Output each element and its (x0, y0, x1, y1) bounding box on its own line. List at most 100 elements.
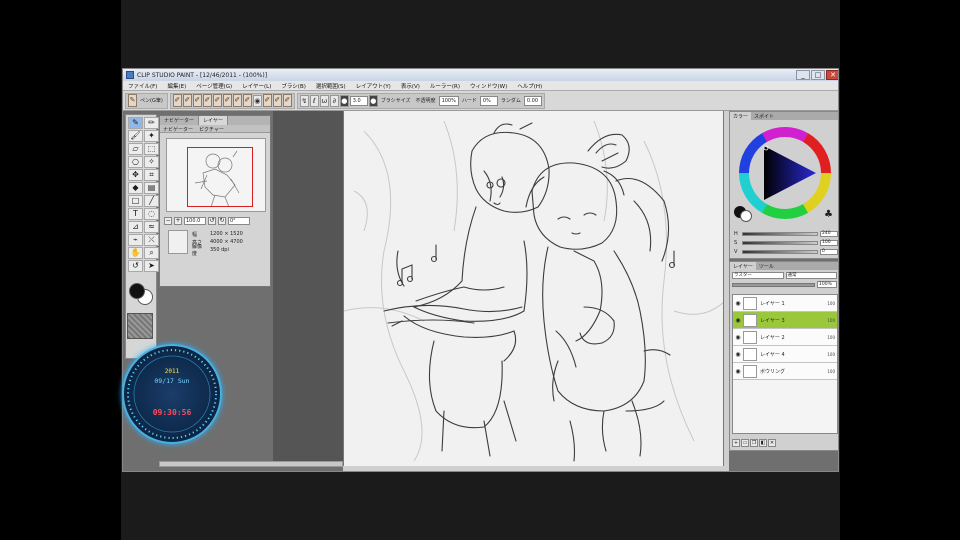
brush-dot-icon[interactable]: ● (368, 94, 378, 107)
menu-file[interactable]: ファイル(F) (123, 82, 162, 90)
rotate-left-icon[interactable]: ↺ (208, 217, 216, 225)
visibility-eye-icon[interactable]: ◉ (733, 317, 743, 324)
tab-eyedropper[interactable]: スポイト (751, 112, 777, 120)
blend-icon[interactable]: ≈ (144, 221, 159, 233)
layer-row-selected[interactable]: ◉ レイヤー 3 100 (733, 312, 837, 329)
brush-preset-3-icon[interactable]: ✐ (192, 94, 202, 107)
tab-color-wheel[interactable]: カラー (730, 112, 752, 120)
brush-preset-2-icon[interactable]: ✐ (182, 94, 192, 107)
fill-icon[interactable]: ◆ (128, 182, 143, 194)
brush-preset-9-icon[interactable]: ✐ (262, 94, 272, 107)
tab-layers[interactable]: レイヤー (730, 262, 756, 270)
menu-layout[interactable]: レイアウト(Y) (351, 82, 396, 90)
menu-view[interactable]: 表示(V) (396, 82, 425, 90)
hand-icon[interactable]: ✋ (128, 247, 143, 259)
brush-preset-5-icon[interactable]: ✐ (212, 94, 222, 107)
opacity-field[interactable]: 100% (438, 95, 459, 106)
brush-size-field[interactable]: 3.0 (349, 95, 368, 106)
tab-navigator[interactable]: ナビゲーター (160, 116, 200, 125)
tab-sub-tool[interactable]: レイヤー (199, 116, 228, 125)
magic-wand-icon[interactable]: ✧ (144, 156, 159, 168)
angle-field[interactable]: 0° (228, 217, 250, 225)
delete-layer-icon[interactable]: ✕ (768, 439, 776, 447)
subtab-picture[interactable]: ピクチャー (196, 125, 227, 133)
zoom-icon[interactable]: ⌕ (144, 247, 159, 259)
brush-preset-6-icon[interactable]: ✐ (222, 94, 232, 107)
mask-icon[interactable]: ◧ (759, 439, 767, 447)
brush-preset-4-icon[interactable]: ✐ (202, 94, 212, 107)
saturation-triangle[interactable] (764, 146, 816, 200)
brush-preset-8-icon[interactable]: ✐ (242, 94, 252, 107)
value-value[interactable]: 0 (820, 248, 838, 255)
figure-icon[interactable]: □ (128, 195, 143, 207)
maximize-button[interactable]: □ (811, 70, 825, 80)
horizontal-scrollbar[interactable] (159, 461, 343, 467)
operation-icon[interactable]: ➤ (144, 260, 159, 272)
marquee-icon[interactable]: ⬚ (144, 143, 159, 155)
minimize-button[interactable]: _ (796, 70, 810, 80)
menu-layer[interactable]: レイヤー(L) (237, 82, 276, 90)
zoom-out-icon[interactable]: − (164, 217, 172, 225)
gradient-icon[interactable]: ▤ (144, 182, 159, 194)
layer-opacity-slider[interactable] (732, 282, 815, 287)
subtab-navigator[interactable]: ナビゲーター (160, 125, 196, 133)
brush-tip-icon[interactable]: ● (339, 94, 349, 107)
brush-preset-1-icon[interactable]: ✐ (172, 94, 182, 107)
brush-preset-11-icon[interactable]: ✐ (282, 94, 292, 107)
canvas-horizontal-scrollbar[interactable] (343, 466, 729, 471)
brush-preset-7-icon[interactable]: ✐ (232, 94, 242, 107)
visibility-eye-icon[interactable]: ◉ (733, 334, 743, 341)
eraser-icon[interactable]: ▱ (128, 143, 143, 155)
main-color-swatch[interactable] (127, 281, 155, 305)
pencil-icon[interactable]: ✏ (144, 117, 159, 129)
view-rectangle[interactable] (187, 147, 253, 207)
copy-layer-icon[interactable]: ❐ (750, 439, 758, 447)
stroke-mode-2-icon[interactable]: ℓ (309, 94, 319, 107)
close-button[interactable]: ✕ (826, 70, 838, 80)
layer-type-select[interactable]: ラスター (732, 271, 784, 279)
pen-icon[interactable]: ✎ (128, 117, 143, 129)
density-field[interactable]: 0.00 (523, 95, 542, 106)
hardness-field[interactable]: 0% (479, 95, 498, 106)
menu-window[interactable]: ウィンドウ(W) (465, 82, 512, 90)
lasso-icon[interactable]: ○ (128, 156, 143, 168)
transparent-color-icon[interactable]: ♣ (824, 210, 834, 220)
blend-mode-select[interactable]: 通常 (785, 271, 837, 279)
saturation-slider[interactable] (742, 240, 818, 245)
stroke-mode-3-icon[interactable]: ω (319, 94, 329, 107)
rotate-icon[interactable]: ↺ (128, 260, 143, 272)
new-layer-icon[interactable]: + (732, 439, 740, 447)
menu-page[interactable]: ページ管理(G) (191, 82, 237, 90)
pen-tool-icon[interactable]: ✎ (128, 94, 137, 107)
hue-slider[interactable] (742, 231, 818, 236)
globe-icon[interactable]: ◉ (252, 94, 262, 107)
panel-background-chip[interactable] (740, 210, 752, 222)
hue-value[interactable]: 240 (820, 230, 838, 237)
pattern-swatch[interactable] (127, 313, 153, 339)
text-icon[interactable]: T (128, 208, 143, 220)
menu-brush[interactable]: ブラシ(B) (276, 82, 310, 90)
layer-row[interactable]: ◉ レイヤー 4 100 (733, 346, 837, 363)
drawing-canvas[interactable] (343, 111, 724, 466)
stroke-mode-1-icon[interactable]: ↯ (299, 94, 309, 107)
line-icon[interactable]: ╱ (144, 195, 159, 207)
move-icon[interactable]: ✥ (128, 169, 143, 181)
brush-preset-10-icon[interactable]: ✐ (272, 94, 282, 107)
correction-icon[interactable]: ⌁ (128, 234, 143, 246)
airbrush-icon[interactable]: ✦ (144, 130, 159, 142)
navigator-preview[interactable] (166, 138, 266, 212)
crop-icon[interactable]: ⌗ (144, 169, 159, 181)
visibility-eye-icon[interactable]: ◉ (733, 300, 743, 307)
stroke-mode-4-icon[interactable]: ∂ (329, 94, 339, 107)
rotate-right-icon[interactable]: ↻ (218, 217, 226, 225)
color-panel-swatch[interactable] (734, 206, 752, 222)
brush-icon[interactable]: 🖌 (128, 130, 143, 142)
tab-tools[interactable]: ツール (756, 262, 777, 270)
menu-help[interactable]: ヘルプ(H) (512, 82, 547, 90)
menu-selection[interactable]: 選択範囲(S) (311, 82, 351, 90)
new-folder-icon[interactable]: ▭ (741, 439, 749, 447)
layer-row[interactable]: ◉ ボウリング 100 (733, 363, 837, 380)
foreground-color-chip[interactable] (129, 283, 145, 299)
menu-ruler[interactable]: ルーラー(R) (425, 82, 465, 90)
zoom-field[interactable]: 100.0 (184, 217, 206, 225)
